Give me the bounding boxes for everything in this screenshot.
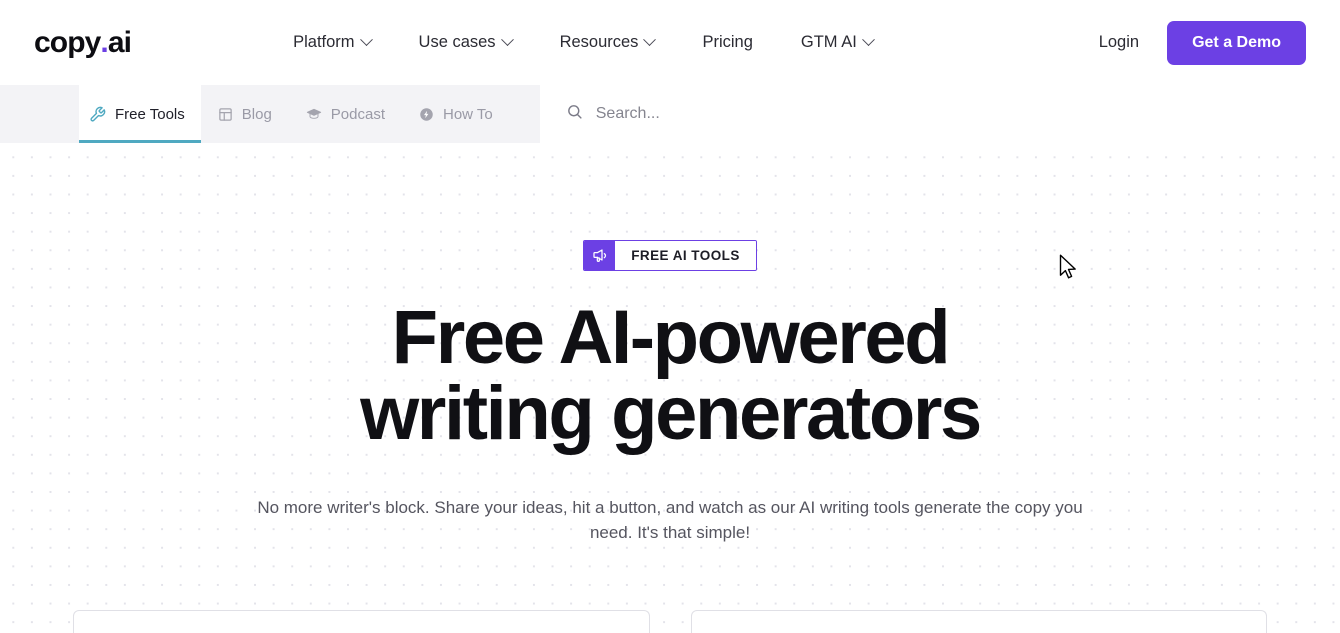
subnav-tab-label: How To — [443, 105, 493, 123]
chevron-down-icon — [861, 33, 875, 47]
nav-item-platform[interactable]: Platform — [293, 33, 373, 52]
subnav-tab-free-tools[interactable]: Free Tools — [79, 85, 201, 143]
nav-item-gtm-ai[interactable]: GTM AI — [800, 33, 875, 52]
nav-item-label: Pricing — [702, 33, 753, 52]
layout-grid-icon — [218, 107, 233, 122]
subnav-tab-how-to[interactable]: How To — [402, 85, 510, 143]
search-icon — [566, 103, 583, 125]
site-header: copy. ai Platform Use cases Resources Pri… — [0, 0, 1340, 85]
tool-card-grid — [0, 610, 1340, 633]
free-ai-tools-badge[interactable]: FREE AI TOOLS — [583, 240, 757, 271]
nav-item-pricing[interactable]: Pricing — [702, 34, 752, 51]
logo-text-main: copy — [34, 25, 101, 59]
hammer-wrench-icon — [89, 106, 106, 123]
page-title: Free AI-powered writing generators — [360, 295, 982, 456]
subnav-tab-list: Free Tools Blog Podcast How To — [0, 85, 510, 143]
chevron-down-icon — [500, 33, 514, 47]
nav-item-resources[interactable]: Resources — [559, 33, 657, 52]
tool-card[interactable] — [73, 610, 650, 633]
badge-label: FREE AI TOOLS — [615, 241, 756, 270]
nav-item-label: GTM AI — [800, 33, 857, 52]
search-input[interactable] — [595, 85, 1340, 143]
hero-section: FREE AI TOOLS Free AI-powered writing ge… — [0, 143, 1340, 633]
megaphone-icon — [584, 241, 616, 270]
subnav-tab-blog[interactable]: Blog — [201, 85, 289, 143]
login-link[interactable]: Login — [1099, 34, 1139, 51]
subnav-tab-label: Blog — [241, 105, 272, 123]
subnav-tab-podcast[interactable]: Podcast — [289, 85, 402, 143]
tool-card[interactable] — [690, 610, 1267, 633]
page-subtitle: No more writer's block. Share your ideas… — [257, 498, 1083, 542]
nav-item-use-cases[interactable]: Use cases — [418, 33, 514, 52]
nav-item-label: Platform — [293, 33, 355, 52]
chevron-down-icon — [359, 33, 373, 47]
search-bar[interactable] — [539, 85, 1340, 143]
logo-text-suffix: ai — [107, 25, 132, 59]
graduation-cap-icon — [306, 106, 322, 122]
header-actions: Login Get a Demo — [1099, 20, 1306, 65]
copy-ai-logo[interactable]: copy. ai — [34, 25, 132, 59]
resource-subnav: Free Tools Blog Podcast How To Search... — [0, 85, 1340, 143]
subnav-tab-label: Free Tools — [115, 105, 185, 123]
subnav-tab-label: Podcast — [330, 105, 385, 123]
hero-content: FREE AI TOOLS Free AI-powered writing ge… — [0, 143, 1340, 545]
main-navigation: Platform Use cases Resources Pricing GTM… — [293, 33, 875, 52]
nav-item-label: Use cases — [418, 33, 496, 52]
logo-dot: . — [100, 25, 108, 59]
nav-item-label: Resources — [559, 33, 639, 52]
get-a-demo-button[interactable]: Get a Demo — [1167, 20, 1306, 65]
chevron-down-icon — [643, 33, 657, 47]
info-circle-icon — [419, 107, 434, 122]
